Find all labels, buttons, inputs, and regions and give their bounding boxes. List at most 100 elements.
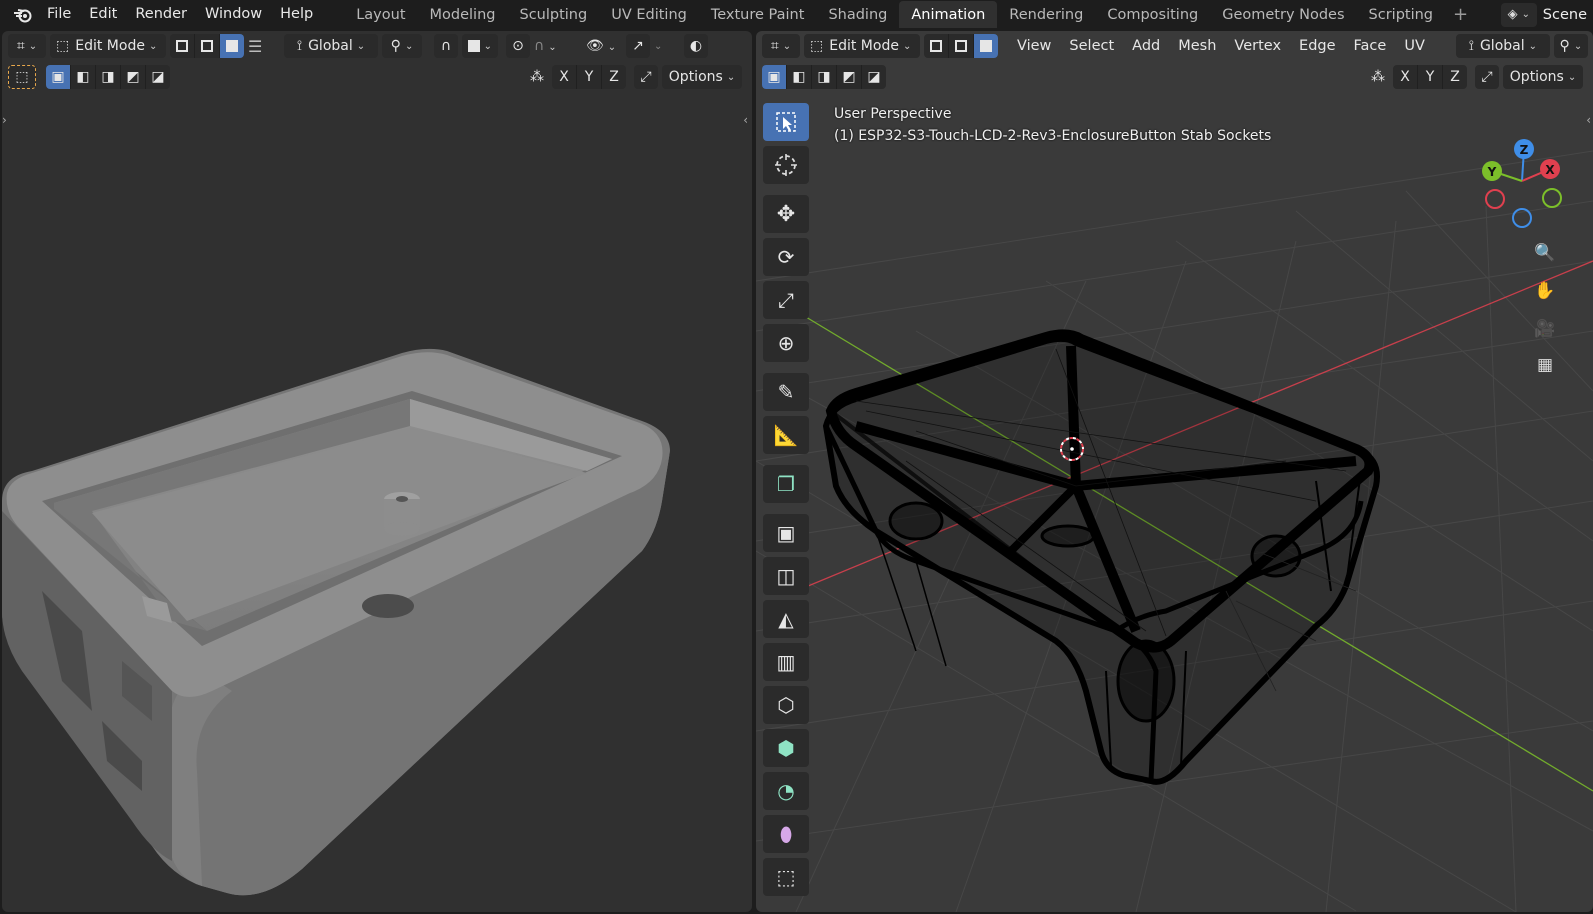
select-intersect-icon[interactable]: ◪ [146, 65, 170, 89]
move-icon[interactable]: ✥ [763, 195, 809, 233]
left-toolbar-expand-icon[interactable]: › [2, 113, 7, 127]
tab-compositing[interactable]: Compositing [1095, 1, 1210, 28]
face-select-icon[interactable] [220, 34, 244, 58]
tab-sculpting[interactable]: Sculpting [507, 1, 599, 28]
left-sidebar-expand-icon[interactable]: ‹ [743, 113, 748, 127]
tab-shading[interactable]: Shading [816, 1, 899, 28]
snap-target-icon[interactable]: ⌄ [462, 34, 498, 58]
loop-cut-icon[interactable]: ▥ [763, 643, 809, 681]
perspective-toggle-icon[interactable]: ▦ [1529, 349, 1561, 381]
annotate-icon[interactable]: ✎ [763, 373, 809, 411]
menu-mesh[interactable]: Mesh [1169, 38, 1225, 54]
right-axis-z[interactable]: Z [1443, 65, 1467, 89]
add-workspace-icon[interactable]: + [1445, 4, 1476, 25]
tab-scripting[interactable]: Scripting [1357, 1, 1445, 28]
right-axis-x[interactable]: X [1393, 65, 1418, 89]
tab-animation[interactable]: Animation [899, 1, 998, 28]
menu-view[interactable]: View [1008, 38, 1060, 54]
proportional-edit-icon[interactable]: ⊙ [506, 34, 530, 58]
left-mesh-options-icon[interactable]: ⤢ [634, 65, 658, 89]
add-cube-icon[interactable]: ❐ [763, 465, 809, 503]
right-select-extend-icon[interactable]: ◧ [787, 65, 812, 89]
left-orientation-dropdown[interactable]: ⟟ Global ⌄ [284, 34, 378, 58]
menu-window[interactable]: Window [196, 1, 271, 28]
tab-rendering[interactable]: Rendering [997, 1, 1095, 28]
smooth-icon[interactable]: ⬮ [763, 815, 809, 853]
spin-icon[interactable]: ◔ [763, 772, 809, 810]
bevel-icon[interactable]: ◭ [763, 600, 809, 638]
inset-faces-icon[interactable]: ◫ [763, 557, 809, 595]
tab-geometry-nodes[interactable]: Geometry Nodes [1210, 1, 1356, 28]
right-edge-select-icon[interactable] [949, 34, 974, 58]
right-select-subtract-icon[interactable]: ◨ [812, 65, 837, 89]
transform-icon[interactable]: ⊕ [763, 324, 809, 362]
menu-add[interactable]: Add [1123, 38, 1169, 54]
left-axis-x[interactable]: X [552, 65, 577, 89]
right-options-dropdown[interactable]: Options ⌄ [1503, 65, 1583, 89]
right-vertex-select-icon[interactable] [924, 34, 949, 58]
poly-build-icon[interactable]: ⬢ [763, 729, 809, 767]
scale-icon[interactable]: ⤢ [763, 281, 809, 319]
hamburger-icon[interactable]: ☰ [248, 37, 274, 56]
rotate-icon[interactable]: ⟳ [763, 238, 809, 276]
edge-slide-icon[interactable]: ⬚ [763, 858, 809, 896]
tab-texture-paint[interactable]: Texture Paint [699, 1, 817, 28]
pan-hand-icon[interactable]: ✋ [1529, 275, 1561, 307]
right-sidebar-expand-icon[interactable]: ‹ [1586, 113, 1591, 127]
extrude-region-icon[interactable]: ▣ [763, 514, 809, 552]
menu-vertex[interactable]: Vertex [1225, 38, 1290, 54]
overlay-icon[interactable]: ◐ [684, 34, 708, 58]
menu-edge[interactable]: Edge [1290, 38, 1345, 54]
right-pivot-icon[interactable]: ⚲ ⌄ [1553, 34, 1588, 58]
blender-logo-icon[interactable] [8, 1, 38, 28]
right-mode-dropdown[interactable]: ⬚ Edit Mode ⌄ [804, 34, 920, 58]
visibility-icon[interactable]: 👁 ⌄ [586, 38, 626, 54]
right-axis-y[interactable]: Y [1418, 65, 1443, 89]
select-box-icon[interactable] [763, 103, 809, 141]
measure-icon[interactable]: 📐 [763, 416, 809, 454]
vertex-select-icon[interactable] [170, 34, 195, 58]
right-select-invert-icon[interactable]: ◩ [837, 65, 862, 89]
left-axis-z[interactable]: Z [602, 65, 626, 89]
right-select-intersect-icon[interactable]: ◪ [862, 65, 886, 89]
knife-icon[interactable]: ⬡ [763, 686, 809, 724]
right-orientation-dropdown[interactable]: ⟟ Global ⌄ [1455, 34, 1550, 58]
tab-modeling[interactable]: Modeling [418, 1, 508, 28]
left-mode-dropdown[interactable]: ⬚ Edit Mode ⌄ [50, 34, 166, 58]
select-extend-icon[interactable]: ◧ [71, 65, 96, 89]
left-axis-y[interactable]: Y [577, 65, 602, 89]
solid-model-view[interactable] [2, 31, 752, 912]
gizmo-dropdown-icon[interactable]: ⌄ [654, 41, 674, 52]
gizmo-toggle-icon[interactable]: ↗ [626, 34, 650, 58]
left-mirror-icon[interactable]: ⁂ [530, 69, 552, 85]
wireframe-model-view[interactable] [756, 31, 1593, 912]
camera-view-icon[interactable]: 🎥 [1529, 313, 1561, 345]
falloff-icon[interactable]: ∩ ⌄ [534, 38, 570, 54]
menu-select[interactable]: Select [1060, 38, 1123, 54]
select-new-icon[interactable]: ▣ [46, 65, 71, 89]
tab-uv-editing[interactable]: UV Editing [599, 1, 699, 28]
snap-icon[interactable]: ∩ [434, 34, 458, 58]
menu-render[interactable]: Render [126, 1, 196, 28]
right-3d-viewport[interactable]: ⌗ ⌄ ⬚ Edit Mode ⌄ View Select Add Mesh Ver… [756, 31, 1593, 912]
navigation-gizmo[interactable]: Z X Y [1478, 131, 1568, 231]
right-select-new-icon[interactable]: ▣ [762, 65, 787, 89]
pivot-icon[interactable]: ⚲ ⌄ [382, 34, 422, 58]
right-mesh-options-icon[interactable]: ⤢ [1475, 65, 1499, 89]
menu-uv[interactable]: UV [1395, 38, 1434, 54]
left-options-dropdown[interactable]: Options ⌄ [662, 65, 742, 89]
tab-layout[interactable]: Layout [344, 1, 417, 28]
cursor-icon[interactable] [763, 146, 809, 184]
zoom-icon[interactable]: 🔍 [1529, 237, 1561, 269]
right-face-select-icon[interactable] [974, 34, 998, 58]
edge-select-icon[interactable] [195, 34, 220, 58]
scene-type-icon[interactable]: ◈ ⌄ [1500, 2, 1537, 27]
scene-label[interactable]: Scene [1543, 7, 1593, 23]
menu-file[interactable]: File [38, 1, 80, 28]
editor-type-icon[interactable]: ⌗ ⌄ [8, 34, 46, 58]
select-subtract-icon[interactable]: ◨ [96, 65, 121, 89]
menu-face[interactable]: Face [1345, 38, 1396, 54]
left-3d-viewport[interactable]: ⌗ ⌄ ⬚ Edit Mode ⌄ ☰ ⟟ Global ⌄ ⚲ ⌄ ∩ ⌄ ⊙ ∩ ⌄ … [2, 31, 752, 912]
left-tool-select-icon[interactable]: ⬚ [8, 65, 36, 89]
select-invert-icon[interactable]: ◩ [121, 65, 146, 89]
